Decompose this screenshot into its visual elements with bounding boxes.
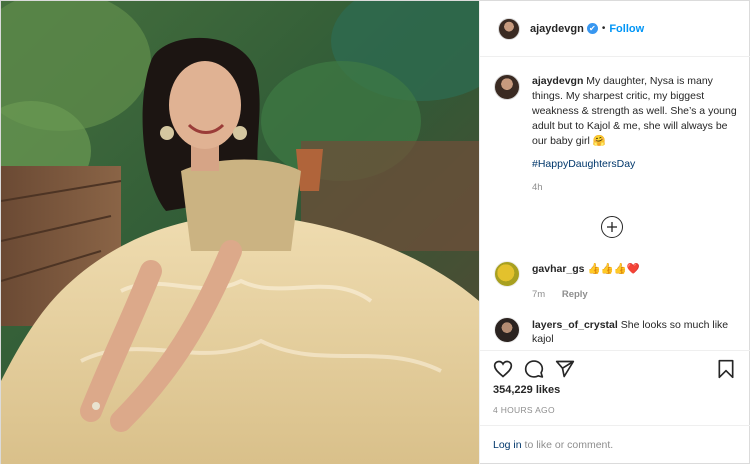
post-photo[interactable] — [1, 1, 479, 464]
post-sidebar: ajaydevgn ✔ • Follow ajaydevgn My daught… — [479, 1, 750, 464]
commenter-avatar[interactable] — [494, 317, 520, 343]
post-header: ajaydevgn ✔ • Follow — [480, 1, 750, 57]
reply-button[interactable]: Reply — [562, 289, 588, 300]
comment-text: 👍👍👍❤️ — [587, 263, 640, 275]
load-more-comments-button[interactable] — [601, 216, 623, 238]
heart-icon — [493, 360, 513, 378]
comment-item: gavhar_gs 👍👍👍❤️ 7m Reply — [494, 261, 740, 302]
save-button[interactable] — [716, 359, 736, 379]
caption-avatar[interactable] — [494, 74, 520, 100]
caption-username[interactable]: ajaydevgn — [532, 75, 583, 87]
caption-body: ajaydevgn My daughter, Nysa is many thin… — [532, 74, 740, 195]
follow-button[interactable]: Follow — [609, 23, 644, 35]
instagram-post: ajaydevgn ✔ • Follow ajaydevgn My daught… — [0, 0, 750, 464]
separator-dot: • — [601, 23, 606, 34]
comment-body: layers_of_crystal She looks so much like… — [532, 317, 740, 346]
commenter-avatar[interactable] — [494, 261, 520, 287]
comment-icon — [524, 360, 544, 378]
like-button[interactable] — [493, 359, 513, 379]
share-icon — [555, 360, 575, 378]
bookmark-icon — [718, 359, 734, 379]
login-prompt-text: to like or comment. — [521, 439, 614, 451]
post-timestamp[interactable]: 4 HOURS AGO — [493, 405, 555, 415]
plus-icon — [607, 222, 617, 232]
caption-hashtag[interactable]: #HappyDaughtersDay — [532, 157, 740, 172]
login-prompt: Log in to like or comment. — [480, 425, 750, 464]
comments-section[interactable]: ajaydevgn My daughter, Nysa is many thin… — [480, 58, 750, 350]
action-bar — [480, 350, 750, 380]
comment-body: gavhar_gs 👍👍👍❤️ 7m Reply — [532, 261, 640, 302]
caption: ajaydevgn My daughter, Nysa is many thin… — [494, 74, 740, 195]
likes-count[interactable]: 354,229 likes — [493, 384, 560, 396]
author-avatar[interactable] — [498, 17, 520, 40]
comment-username[interactable]: layers_of_crystal — [532, 319, 618, 331]
login-link[interactable]: Log in — [493, 439, 522, 451]
verified-badge-icon: ✔ — [586, 23, 598, 34]
post-image — [1, 1, 479, 464]
author-username[interactable]: ajaydevgn — [530, 23, 584, 35]
comment-username[interactable]: gavhar_gs — [532, 263, 585, 275]
caption-time[interactable]: 4h — [532, 180, 740, 195]
share-button[interactable] — [555, 359, 575, 379]
comment-time[interactable]: 7m — [532, 289, 545, 300]
comment-item: layers_of_crystal She looks so much like… — [494, 317, 740, 346]
comment-meta: 7m Reply — [532, 288, 640, 302]
comment-button[interactable] — [524, 359, 544, 379]
